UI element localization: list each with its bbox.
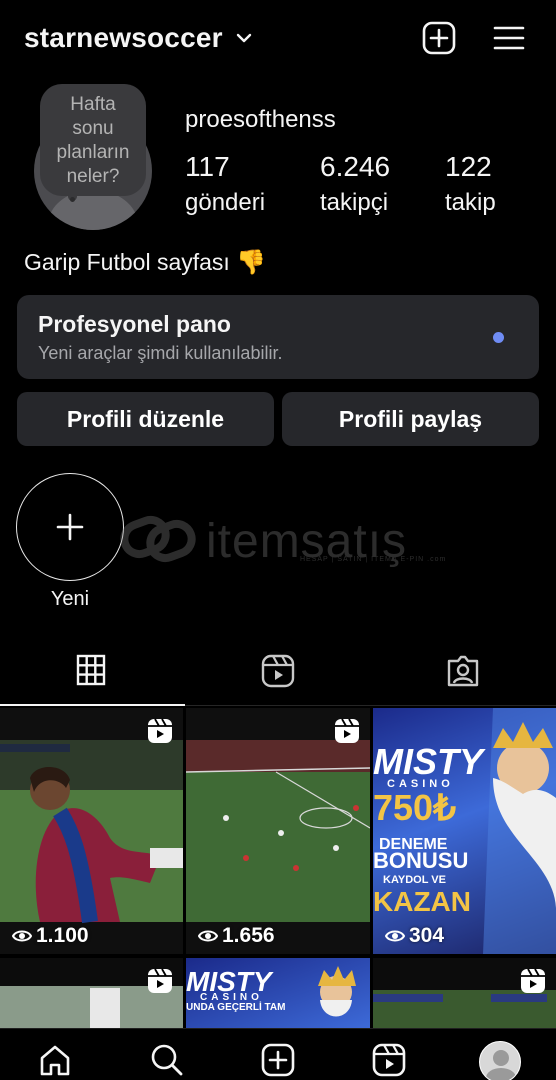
reel-badge-icon [521,968,545,993]
stat-value: 122 [445,151,492,182]
post-thumbnail[interactable] [373,958,556,1028]
home-icon[interactable] [38,1043,72,1077]
ad-line: KAYDOL VE [383,874,446,886]
stat-posts[interactable]: 117 gönderi [185,150,265,220]
post-thumbnail[interactable] [0,958,183,1028]
ad-brand: MISTY [373,741,484,782]
reel-badge-icon [335,718,359,743]
tab-reels[interactable] [185,640,370,706]
watermark: itemsatış HESAP | SATIN | ITEM | E-PIN .… [120,510,450,570]
edit-profile-button[interactable]: Profili düzenle [17,392,274,446]
soccer-field-image [186,740,370,922]
ad-line: UNDA GEÇERLİ TAM [186,1002,286,1013]
stat-label: takipçi [320,189,389,216]
ad-amount: 750₺ [373,787,456,828]
stat-label: takip [445,189,496,216]
watermark-subtext: HESAP | SATIN | ITEM | E-PIN .com [300,556,447,563]
plus-square-icon[interactable] [421,20,457,56]
note-line: Hafta [70,94,116,115]
profile-tabs [0,640,556,706]
note-line: planların [56,142,130,163]
view-count: 1.656 [198,924,275,948]
view-count-value: 1.656 [222,924,275,947]
watermark-logo-icon [120,515,196,563]
note-line: neler? [66,166,120,187]
stat-value: 6.246 [320,151,391,182]
grid-icon [76,654,106,686]
avatar-head [493,1050,509,1066]
reel-badge-icon [148,718,172,743]
post-thumbnail[interactable]: MISTY CASINO UNDA GEÇERLİ TAM [186,958,370,1028]
posts-grid: 1.100 1.656 MISTY CASINO 750₺ DENEME BON… [0,708,556,1028]
tab-posts[interactable] [0,640,185,706]
avatar-silhouette [48,190,138,230]
view-count-value: 1.100 [36,924,89,947]
note-bubble[interactable]: Hafta sonu planların neler? [40,84,146,196]
plus-icon [56,513,84,541]
note-bubble-dot-small [70,197,75,202]
create-icon[interactable] [261,1043,295,1077]
stat-label: gönderi [185,189,266,216]
new-indicator-dot [493,332,504,343]
account-username[interactable]: starnewsoccer [24,22,223,54]
ad-character [318,966,356,1017]
search-icon[interactable] [150,1043,184,1077]
bio-text: Garip Futbol sayfası [24,249,230,275]
soccer-player-image [0,740,183,924]
eye-icon [385,930,405,942]
profile-display-name: proesofthenss [185,106,336,133]
ad-line: BONUSU [373,848,469,873]
share-profile-button[interactable]: Profili paylaş [282,392,539,446]
stat-following[interactable]: 122 takip [445,150,496,220]
profile-avatar[interactable] [479,1041,521,1080]
note-line: sonu [72,118,114,139]
new-highlight-button[interactable] [16,473,124,581]
dashboard-title: Profesyonel pano [38,311,231,337]
bottom-navigation [0,1028,556,1080]
stat-followers[interactable]: 6.246 takipçi [320,150,390,220]
tab-tagged[interactable] [370,640,555,706]
profile-bio: Garip Futbol sayfası 👎 [24,248,266,277]
stat-value: 117 [185,151,230,182]
avatar-body [486,1068,516,1080]
eye-icon [12,930,32,942]
view-count: 304 [385,924,444,948]
new-highlight-label: Yeni [50,588,90,610]
post-thumbnail[interactable]: 1.100 [0,708,183,954]
post-thumbnail[interactable]: 1.656 [186,708,370,954]
chevron-down-icon[interactable] [234,28,254,48]
professional-dashboard-card[interactable]: Profesyonel pano Yeni araçlar şimdi kull… [17,295,539,379]
eye-icon [198,930,218,942]
tagged-icon [447,655,479,687]
post-thumbnail[interactable]: MISTY CASINO 750₺ DENEME BONUSU KAYDOL V… [373,708,556,954]
view-count-value: 304 [409,924,445,947]
reel-badge-icon [148,968,172,993]
reels-icon[interactable] [372,1043,406,1077]
dashboard-subtitle: Yeni araçlar şimdi kullanılabilir. [38,343,283,363]
reels-icon [261,654,295,688]
top-bar: starnewsoccer [0,0,556,80]
ad-line: KAZAN [373,886,471,917]
view-count: 1.100 [12,924,89,948]
menu-icon[interactable] [491,20,527,56]
thumbs-down-emoji: 👎 [236,249,267,276]
